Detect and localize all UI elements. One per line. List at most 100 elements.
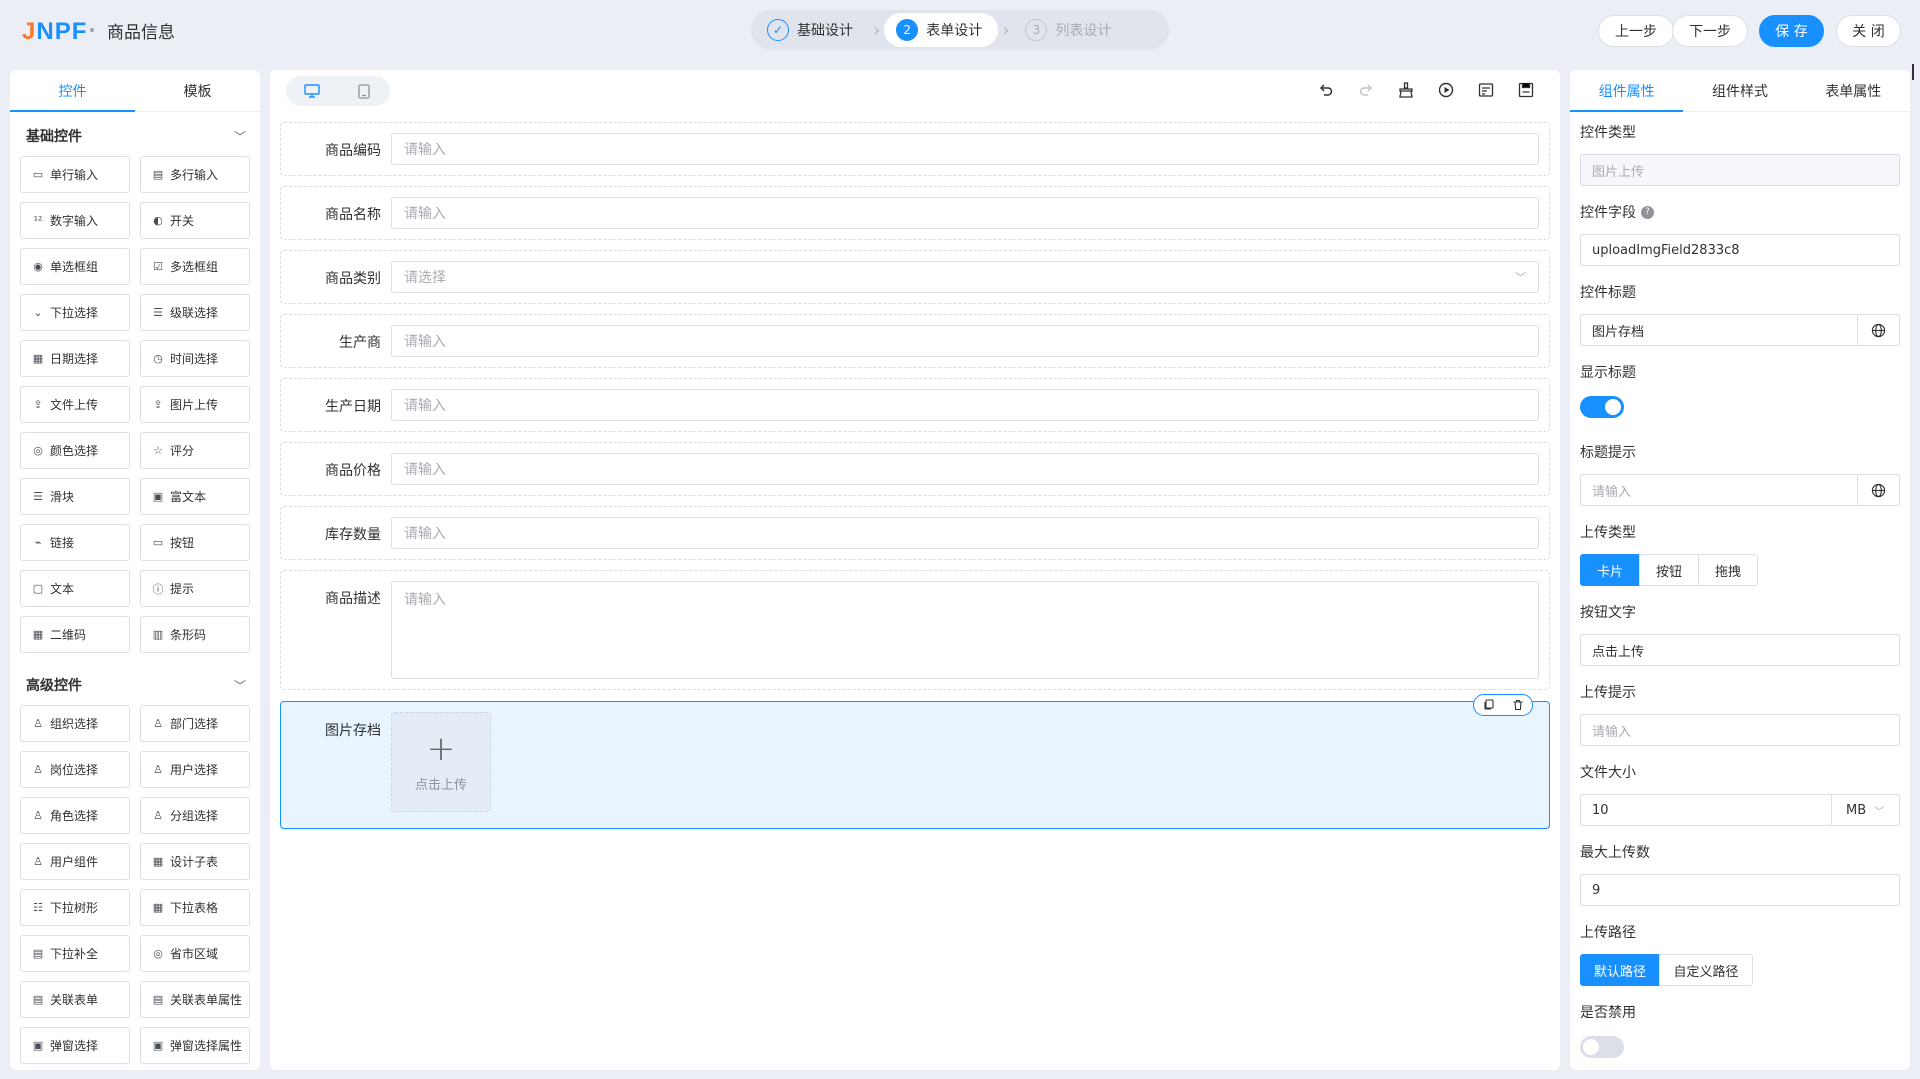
- close-button[interactable]: 关 闭: [1836, 15, 1901, 47]
- text-input[interactable]: 请输入: [391, 197, 1539, 229]
- upload-type-button[interactable]: 按钮: [1639, 554, 1699, 586]
- redo-icon[interactable]: [1356, 80, 1376, 100]
- control-relation-attr[interactable]: ▤ 关联表单属性: [140, 981, 250, 1018]
- text-input[interactable]: 请输入: [391, 453, 1539, 485]
- delete-icon[interactable]: [1511, 698, 1525, 712]
- path-custom[interactable]: 自定义路径: [1659, 954, 1753, 986]
- control-user-component[interactable]: ♙ 用户组件: [20, 843, 130, 880]
- control-org[interactable]: ♙ 组织选择: [20, 705, 130, 742]
- path-default[interactable]: 默认路径: [1580, 954, 1660, 986]
- size-unit-select[interactable]: MB ﹀: [1831, 795, 1899, 825]
- control-table[interactable]: ▦ 设计子表: [140, 843, 250, 880]
- help-icon[interactable]: ?: [1641, 205, 1654, 219]
- text-input[interactable]: 请输入: [391, 325, 1539, 357]
- control-user[interactable]: ♙ 用户选择: [140, 751, 250, 788]
- control-file-upload[interactable]: ⇪ 文件上传: [20, 386, 130, 423]
- control-cascader[interactable]: ☰ 级联选择: [140, 294, 250, 331]
- control-popup-attr[interactable]: ▣ 弹窗选择属性: [140, 1027, 250, 1064]
- clear-broom-icon[interactable]: [1396, 80, 1416, 100]
- control-dept[interactable]: ♙ 部门选择: [140, 705, 250, 742]
- tab-form-props[interactable]: 表单属性: [1797, 70, 1910, 111]
- desktop-icon[interactable]: [286, 76, 338, 106]
- form-item[interactable]: 库存数量 请输入: [280, 506, 1550, 560]
- control-alert[interactable]: ⓘ 提示: [140, 570, 250, 607]
- upload-type-drag[interactable]: 拖拽: [1698, 554, 1758, 586]
- text-input[interactable]: 请输入: [391, 133, 1539, 165]
- control-image-upload[interactable]: ⇪ 图片上传: [140, 386, 250, 423]
- textarea-field[interactable]: 请输入: [391, 581, 1539, 679]
- control-single-input[interactable]: ▭ 单行输入: [20, 156, 130, 193]
- text-input[interactable]: 请输入: [391, 389, 1539, 421]
- control-text[interactable]: ▢ 文本: [20, 570, 130, 607]
- show-title-switch[interactable]: [1580, 396, 1624, 418]
- form-item[interactable]: 生产日期 请输入: [280, 378, 1550, 432]
- select-field[interactable]: 请选择 ﹀: [391, 261, 1539, 293]
- control-popup[interactable]: ▣ 弹窗选择: [20, 1027, 130, 1064]
- control-autocomplete[interactable]: ▤ 下拉补全: [20, 935, 130, 972]
- disabled-switch[interactable]: [1580, 1036, 1624, 1058]
- control-area[interactable]: ◎ 省市区域: [140, 935, 250, 972]
- control-number[interactable]: ¹² 数字输入: [20, 202, 130, 239]
- advanced-controls-header[interactable]: 高级控件 ﹀: [10, 665, 260, 705]
- globe-icon[interactable]: [1857, 315, 1899, 345]
- control-radio[interactable]: ◉ 单选框组: [20, 248, 130, 285]
- globe-icon[interactable]: [1857, 475, 1899, 505]
- upload-type-card[interactable]: 卡片: [1580, 554, 1640, 586]
- control-qrcode[interactable]: ▦ 二维码: [20, 616, 130, 653]
- control-star[interactable]: ☆ 评分: [140, 432, 250, 469]
- upload-tip-input[interactable]: 请输入: [1580, 714, 1900, 746]
- prop-show-title: 显示标题: [1580, 362, 1900, 418]
- button-text-input[interactable]: 点击上传: [1580, 634, 1900, 666]
- tab-controls[interactable]: 控件: [10, 70, 135, 112]
- form-item[interactable]: 商品编码 请输入: [280, 122, 1550, 176]
- text-input[interactable]: 请输入: [391, 517, 1539, 549]
- next-step-button[interactable]: 下一步: [1672, 15, 1748, 47]
- control-relation-form[interactable]: ▤ 关联表单: [20, 981, 130, 1018]
- step-list-design[interactable]: 3 列表设计: [1013, 13, 1127, 47]
- step-form-design[interactable]: 2 表单设计: [884, 13, 999, 47]
- form-item[interactable]: 商品价格 请输入: [280, 442, 1550, 496]
- tab-templates[interactable]: 模板: [135, 70, 260, 111]
- copy-icon[interactable]: [1482, 698, 1496, 712]
- control-color[interactable]: ◎ 颜色选择: [20, 432, 130, 469]
- control-time[interactable]: ◷ 时间选择: [140, 340, 250, 377]
- upload-card[interactable]: + 点击上传: [391, 712, 491, 812]
- control-group[interactable]: ♙ 分组选择: [140, 797, 250, 834]
- step-basic-design[interactable]: ✓ 基础设计: [755, 13, 869, 47]
- form-item[interactable]: 商品类别 请选择 ﹀: [280, 250, 1550, 304]
- form-item[interactable]: 商品描述 请输入: [280, 570, 1550, 690]
- scrollbar[interactable]: [1912, 64, 1914, 80]
- control-barcode[interactable]: ▥ 条形码: [140, 616, 250, 653]
- control-link[interactable]: ⌁ 链接: [20, 524, 130, 561]
- control-slider[interactable]: ☰ 滑块: [20, 478, 130, 515]
- form-item-image-upload[interactable]: 图片存档 + 点击上传: [280, 694, 1550, 829]
- control-date[interactable]: ▦ 日期选择: [20, 340, 130, 377]
- json-view-icon[interactable]: [1476, 80, 1496, 100]
- control-select[interactable]: ⌄ 下拉选择: [20, 294, 130, 331]
- control-title-input[interactable]: 图片存档: [1580, 314, 1900, 346]
- tablet-icon[interactable]: [338, 76, 390, 106]
- tab-component-style[interactable]: 组件样式: [1683, 70, 1796, 111]
- control-switch[interactable]: ◐ 开关: [140, 202, 250, 239]
- control-textarea[interactable]: ▤ 多行输入: [140, 156, 250, 193]
- control-checkbox[interactable]: ☑ 多选框组: [140, 248, 250, 285]
- title-tip-input[interactable]: 请输入: [1580, 474, 1900, 506]
- control-button[interactable]: ▭ 按钮: [140, 524, 250, 561]
- save-button[interactable]: 保 存: [1759, 15, 1824, 47]
- control-position[interactable]: ♙ 岗位选择: [20, 751, 130, 788]
- control-tree[interactable]: ☷ 下拉树形: [20, 889, 130, 926]
- control-richtext[interactable]: ▣ 富文本: [140, 478, 250, 515]
- undo-icon[interactable]: [1316, 80, 1336, 100]
- save-template-icon[interactable]: [1516, 80, 1536, 100]
- control-select-table[interactable]: ▦ 下拉表格: [140, 889, 250, 926]
- form-item[interactable]: 商品名称 请输入: [280, 186, 1550, 240]
- file-size-input[interactable]: 10 MB ﹀: [1580, 794, 1900, 826]
- basic-controls-header[interactable]: 基础控件 ﹀: [10, 116, 260, 156]
- control-field-input[interactable]: uploadImgField2833c8: [1580, 234, 1900, 266]
- max-count-input[interactable]: 9: [1580, 874, 1900, 906]
- tab-component-props[interactable]: 组件属性: [1570, 70, 1684, 112]
- control-role[interactable]: ♙ 角色选择: [20, 797, 130, 834]
- form-item[interactable]: 生产商 请输入: [280, 314, 1550, 368]
- prev-step-button[interactable]: 上一步: [1598, 15, 1674, 47]
- preview-play-icon[interactable]: [1436, 80, 1456, 100]
